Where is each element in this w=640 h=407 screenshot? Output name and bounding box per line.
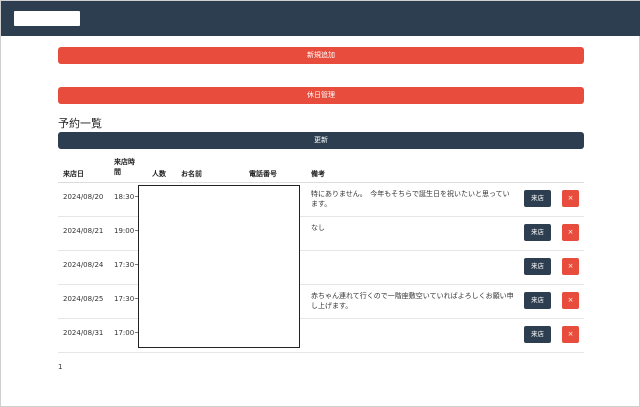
holiday-management-button[interactable]: 休日管理 — [58, 87, 584, 104]
column-header-time: 来店時 間 — [114, 157, 135, 177]
column-header-date: 来店日 — [63, 170, 84, 178]
pagination-current-page[interactable]: 1 — [58, 363, 62, 371]
row-date: 2024/08/24 — [63, 261, 104, 269]
page-title: 予約一覧 — [58, 117, 102, 130]
row-date: 2024/08/20 — [63, 193, 104, 201]
visit-button[interactable]: 来店 — [524, 224, 551, 241]
add-new-button[interactable]: 新規追加 — [58, 47, 584, 64]
row-date: 2024/08/21 — [63, 227, 104, 235]
column-header-time-line2: 間 — [114, 168, 121, 176]
visit-button[interactable]: 来店 — [524, 190, 551, 207]
navbar — [1, 1, 640, 36]
row-time: 17:30~ — [114, 261, 141, 269]
column-header-phone: 電話番号 — [249, 170, 277, 178]
row-note: 赤ちゃん連れて行くので一階座敷空いていればよろしくお願い申し上げます。 — [311, 292, 514, 310]
delete-button[interactable]: × — [562, 292, 579, 309]
row-time: 18:30~ — [114, 193, 141, 201]
brand-logo-placeholder[interactable] — [14, 11, 80, 26]
delete-button[interactable]: × — [562, 326, 579, 343]
visit-button[interactable]: 来店 — [524, 326, 551, 343]
table-row: 2024/08/21 19:00~ なし 来店 × — [58, 217, 584, 251]
row-date: 2024/08/31 — [63, 329, 104, 337]
column-header-time-line1: 来店時 — [114, 158, 135, 166]
delete-button[interactable]: × — [562, 258, 579, 275]
table-row: 2024/08/31 17:00~ 来店 × — [58, 319, 584, 353]
table-row: 2024/08/20 18:30~ 特にありません。 今年もそちらで誕生日を祝い… — [58, 183, 584, 217]
row-note: なし — [311, 224, 325, 232]
redaction-box — [138, 185, 300, 348]
row-time: 17:30~ — [114, 295, 141, 303]
row-date: 2024/08/25 — [63, 295, 104, 303]
column-header-people: 人数 — [152, 170, 166, 178]
column-header-name: お名前 — [181, 170, 202, 178]
app-window: 新規追加 休日管理 予約一覧 更新 来店日 来店時 間 人数 お名前 電話番号 … — [0, 0, 640, 407]
delete-button[interactable]: × — [562, 224, 579, 241]
table-row: 2024/08/25 17:30~ 赤ちゃん連れて行くので一階座敷空いていればよ… — [58, 285, 584, 319]
visit-button[interactable]: 来店 — [524, 292, 551, 309]
row-time: 17:00~ — [114, 329, 141, 337]
row-note: 特にありません。 今年もそちらで誕生日を祝いたいと思っています。 — [311, 190, 510, 208]
delete-button[interactable]: × — [562, 190, 579, 207]
column-header-note: 備考 — [311, 170, 325, 178]
table-row: 2024/08/24 17:30~ 来店 × — [58, 251, 584, 285]
visit-button[interactable]: 来店 — [524, 258, 551, 275]
refresh-button[interactable]: 更新 — [58, 132, 584, 149]
row-time: 19:00~ — [114, 227, 141, 235]
